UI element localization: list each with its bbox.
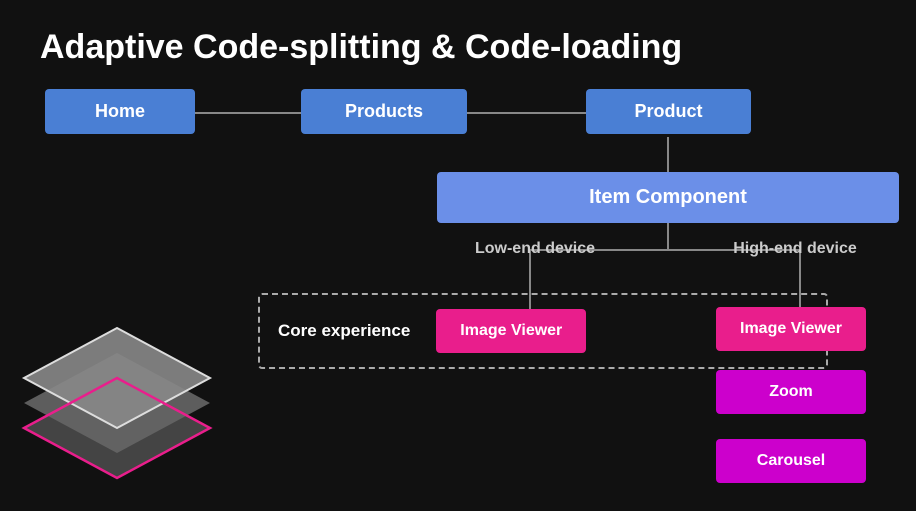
zoom-button: Zoom — [716, 370, 866, 414]
page-title: Adaptive Code-splitting & Code-loading — [40, 28, 682, 67]
high-end-label: High-end device — [710, 240, 880, 258]
main-layout: Adaptive Code-splitting & Code-loading H… — [0, 0, 916, 511]
product-node: Product — [586, 89, 751, 134]
carousel-button: Carousel — [716, 439, 866, 483]
low-end-label: Low-end device — [450, 240, 620, 258]
stack-icon — [10, 318, 225, 493]
core-label: Core experience — [278, 321, 410, 341]
high-end-image-viewer: Image Viewer — [716, 307, 866, 351]
home-node: Home — [45, 89, 195, 134]
products-node: Products — [301, 89, 467, 134]
low-end-image-viewer: Image Viewer — [436, 309, 586, 353]
item-component-node: Item Component — [437, 172, 899, 223]
